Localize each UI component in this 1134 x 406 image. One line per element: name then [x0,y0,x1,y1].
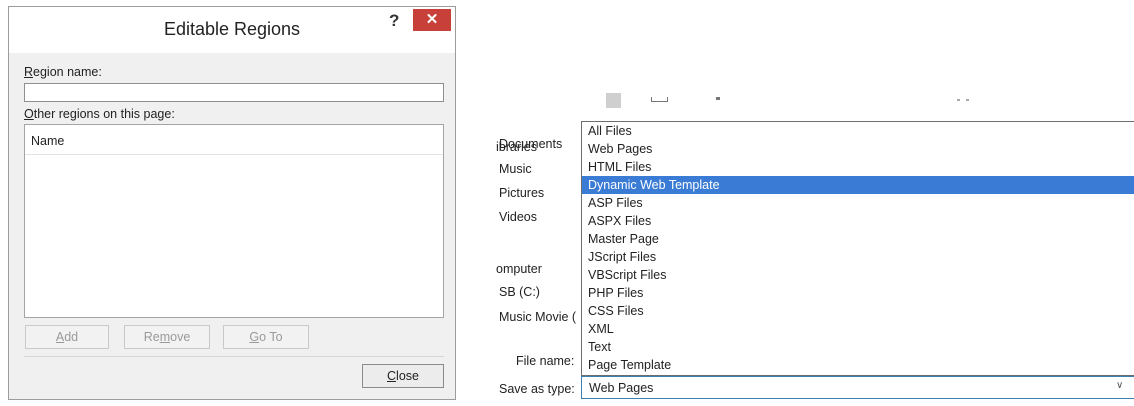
nav-item-drive-c[interactable]: SB (C:) [499,285,540,299]
save-as-type-label: Save as type: [499,382,575,396]
close-icon[interactable]: ✕ [413,9,451,31]
file-type-option[interactable]: All Files [582,122,1134,140]
region-name-label: Region name: [24,65,102,79]
other-regions-list[interactable]: Name [24,124,444,318]
other-regions-label: Other regions on this page: [24,107,175,121]
nav-item-music[interactable]: Music [499,162,532,176]
nav-item-documents[interactable]: Documents [499,137,562,151]
divider [24,356,444,357]
region-name-input[interactable] [24,83,444,102]
file-type-option[interactable]: JScript Files [582,248,1134,266]
save-as-type-select[interactable]: Web Pages ∨ [581,376,1134,399]
file-type-option[interactable]: Text [582,338,1134,356]
file-type-option[interactable]: ASPX Files [582,212,1134,230]
file-name-label: File name: [516,354,575,368]
file-type-option[interactable]: VBScript Files [582,266,1134,284]
toolbar-icon [957,99,960,101]
file-type-option[interactable]: Master Page [582,230,1134,248]
file-type-option[interactable]: PHP Files [582,284,1134,302]
help-icon[interactable]: ? [389,11,399,31]
toolbar-icon [966,99,969,101]
file-type-dropdown-list[interactable]: All Files Web Pages HTML Files Dynamic Web … [581,121,1134,376]
nav-item-pictures[interactable]: Pictures [499,186,544,200]
close-button[interactable]: Close [362,364,444,388]
nav-item-music-movie[interactable]: Music Movie ( [499,310,576,324]
toolbar-icon[interactable] [716,97,720,100]
dialog-titlebar: Editable Regions ? ✕ [9,7,455,53]
add-button[interactable]: Add [25,325,109,349]
chevron-down-icon[interactable]: ∨ [1116,380,1123,391]
nav-item-computer[interactable]: omputer [496,262,542,276]
list-column-header[interactable]: Name [25,125,443,155]
file-type-option[interactable]: Page Template [582,356,1134,374]
save-as-type-value: Web Pages [589,381,654,395]
file-type-option[interactable]: XML [582,320,1134,338]
file-type-option[interactable]: CSS Files [582,302,1134,320]
file-type-option[interactable]: Web Pages [582,140,1134,158]
editable-regions-dialog: Editable Regions ? ✕ Region name: Other … [8,6,456,400]
go-to-button[interactable]: Go To [223,325,309,349]
nav-item-videos[interactable]: Videos [499,210,537,224]
file-type-option[interactable]: HTML Files [582,158,1134,176]
file-type-option[interactable]: ASP Files [582,194,1134,212]
nav-scroll-thumb[interactable] [606,93,621,108]
remove-button[interactable]: Remove [124,325,210,349]
toolbar-icon[interactable] [651,97,668,102]
column-name-label: Name [31,134,65,148]
file-type-option[interactable]: Dynamic Web Template [582,176,1134,194]
